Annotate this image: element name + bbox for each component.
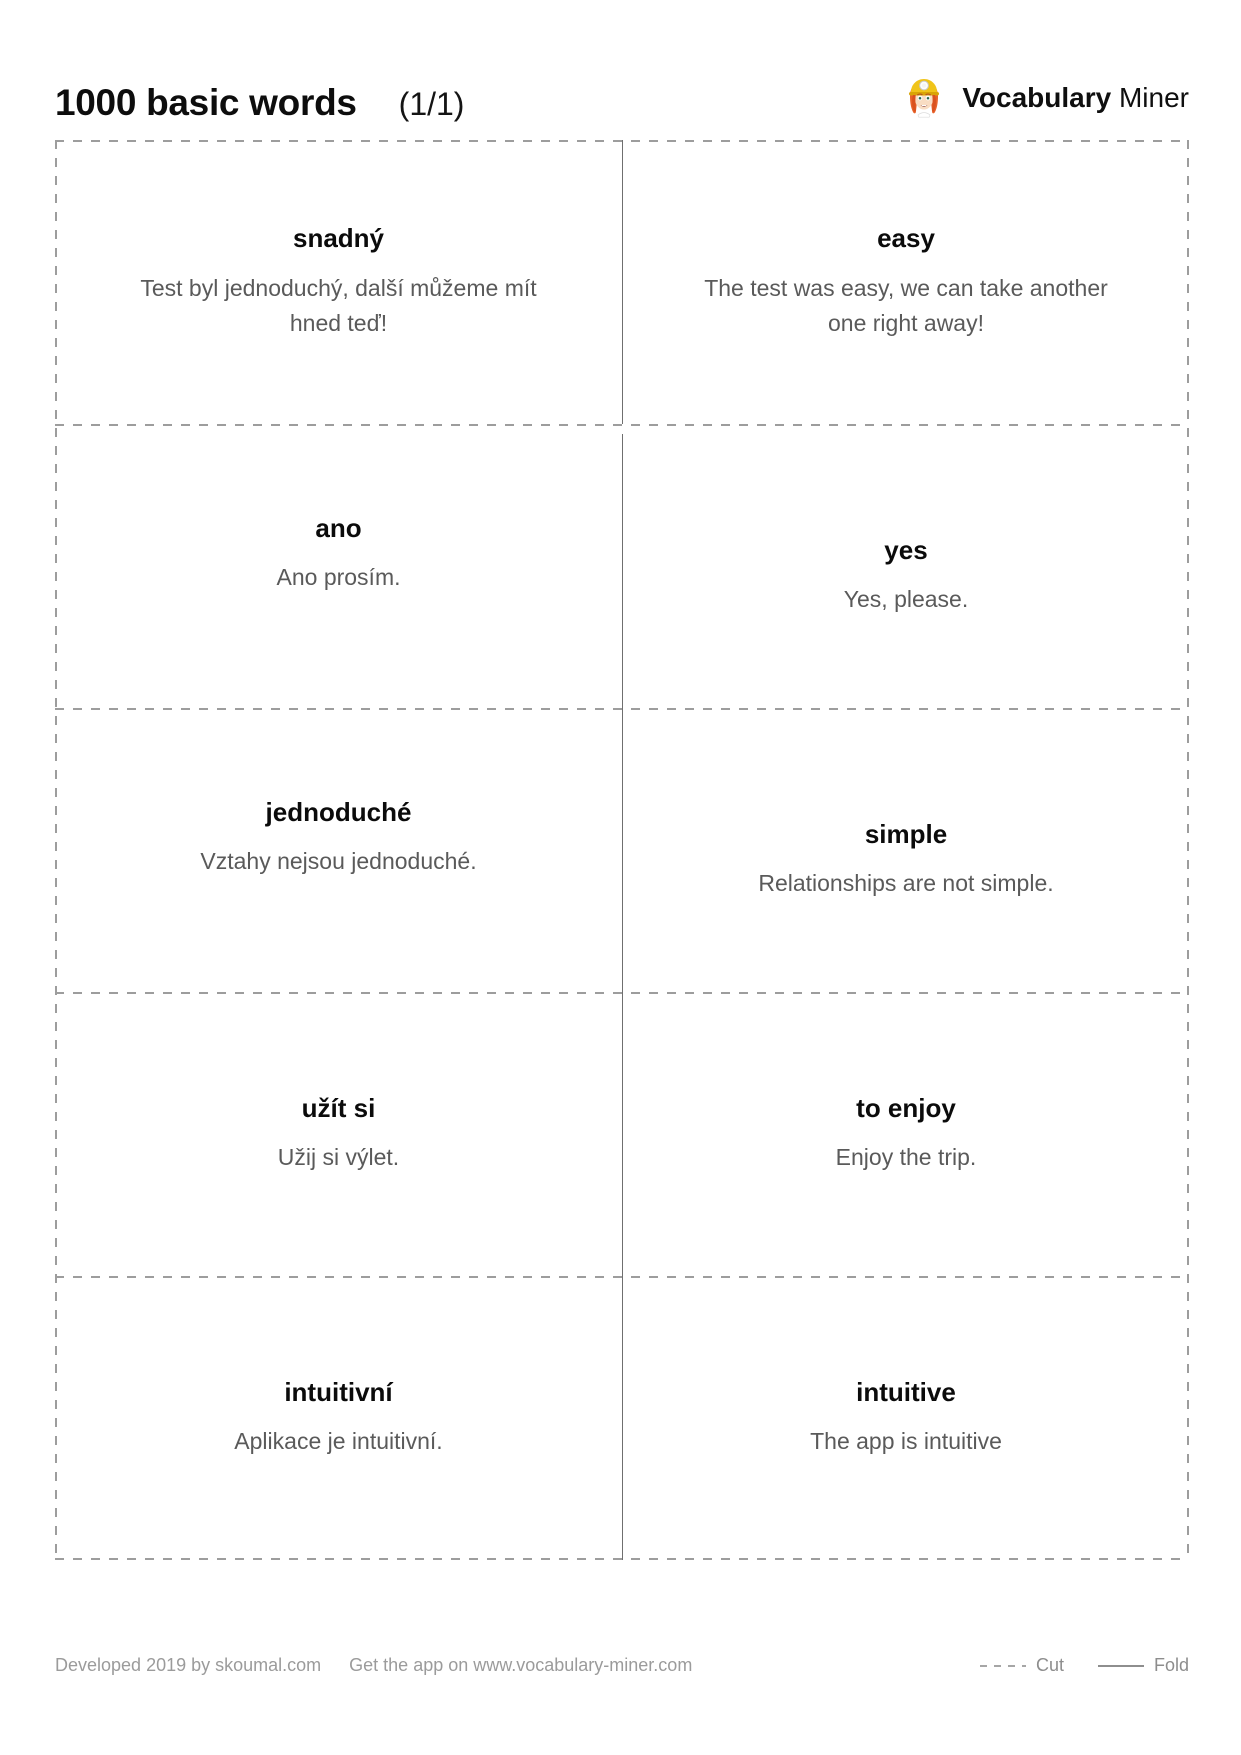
page-footer: Developed 2019 by skoumal.com Get the ap…: [55, 1560, 1189, 1755]
flashcard-front: intuitivní Aplikace je intuitivní.: [55, 1276, 622, 1560]
flashcard-example: Test byl jednoduchý, další můžeme mít hn…: [140, 274, 537, 337]
flashcard-term: intuitivní: [284, 1376, 393, 1407]
brand-name-bold: Vocabulary: [962, 82, 1112, 113]
page-counter: (1/1): [398, 86, 465, 122]
flashcard-term: simple: [864, 818, 948, 849]
flashcard-back: intuitive The app is intuitive: [622, 1276, 1189, 1560]
developed-by-text: Developed 2019 by skoumal.com: [55, 1655, 322, 1675]
flashcard-example: Relationships are not simple.: [758, 870, 1054, 897]
flashcard-example: Enjoy the trip.: [835, 1144, 977, 1171]
flashcard-example: Užij si výlet.: [277, 1144, 400, 1171]
legend-cut: Cut: [979, 1655, 1064, 1676]
page-header: 1000 basic words (1/1) Vocabulary Miner: [0, 0, 1241, 140]
flashcard-example: Ano prosím.: [276, 564, 401, 591]
flashcard-term: to enjoy: [856, 1092, 956, 1123]
get-the-app-text: Get the app on www.vocabulary-miner.com: [349, 1655, 693, 1675]
flashcard-row: jednoduché Vztahy nejsou jednoduché. sim…: [55, 708, 1189, 1002]
flashcard-term: jednoduché: [265, 796, 412, 827]
flashcard-row: ano Ano prosím. yes Yes, please.: [55, 424, 1189, 718]
flashcard-example: Vztahy nejsou jednoduché.: [200, 848, 477, 875]
flashcard-term: užít si: [301, 1092, 376, 1123]
footer-credits: Developed 2019 by skoumal.com Get the ap…: [55, 1655, 692, 1676]
flashcard-example: Aplikace je intuitivní.: [234, 1428, 443, 1455]
flashcard-back: to enjoy Enjoy the trip.: [622, 992, 1189, 1276]
flashcard-back: simple Relationships are not simple.: [622, 718, 1189, 1002]
flashcard-back: easy The test was easy, we can take anot…: [622, 140, 1189, 424]
flashcard-term: ano: [315, 512, 362, 543]
flashcard-print-page: 1000 basic words (1/1) Vocabulary Miner …: [0, 0, 1241, 1755]
legend-fold-label: Fold: [1153, 1655, 1189, 1675]
solid-line-icon: [1097, 1664, 1144, 1667]
page-title: 1000 basic words: [55, 82, 357, 123]
flashcard-row: intuitivní Aplikace je intuitivní. intui…: [55, 1276, 1189, 1560]
flashcard-example: Yes, please.: [843, 586, 969, 613]
footer-legend: Cut Fold: [979, 1655, 1189, 1676]
flashcard-term: intuitive: [856, 1376, 956, 1407]
flashcard-front: ano Ano prosím.: [55, 412, 622, 696]
flashcard-term: yes: [884, 534, 928, 565]
dashed-line-icon: [979, 1664, 1026, 1667]
flashcard-example: The app is intuitive: [810, 1428, 1002, 1455]
flashcard-term: easy: [877, 223, 935, 254]
brand-name-light: Miner: [1118, 82, 1189, 113]
legend-fold: Fold: [1097, 1655, 1189, 1676]
flashcard-term: snadný: [292, 223, 385, 254]
flashcard-sheet: snadný Test byl jednoduchý, další můžeme…: [55, 140, 1189, 1560]
flashcard-front: snadný Test byl jednoduchý, další můžeme…: [55, 140, 622, 424]
flashcard-back: yes Yes, please.: [622, 434, 1189, 718]
header-title-group: 1000 basic words (1/1): [55, 82, 464, 140]
flashcard-front: užít si Užij si výlet.: [55, 992, 622, 1276]
flashcard-row: snadný Test byl jednoduchý, další můžeme…: [55, 140, 1189, 424]
legend-cut-label: Cut: [1035, 1655, 1064, 1675]
flashcard-example: The test was easy, we can take another o…: [704, 274, 1108, 337]
flashcard-front: jednoduché Vztahy nejsou jednoduché.: [55, 696, 622, 980]
flashcard-row: užít si Užij si výlet. to enjoy Enjoy th…: [55, 992, 1189, 1276]
brand-lockup: Vocabulary Miner: [900, 74, 1189, 140]
brand-name: Vocabulary Miner: [962, 82, 1189, 114]
miner-avatar-icon: [900, 74, 948, 122]
